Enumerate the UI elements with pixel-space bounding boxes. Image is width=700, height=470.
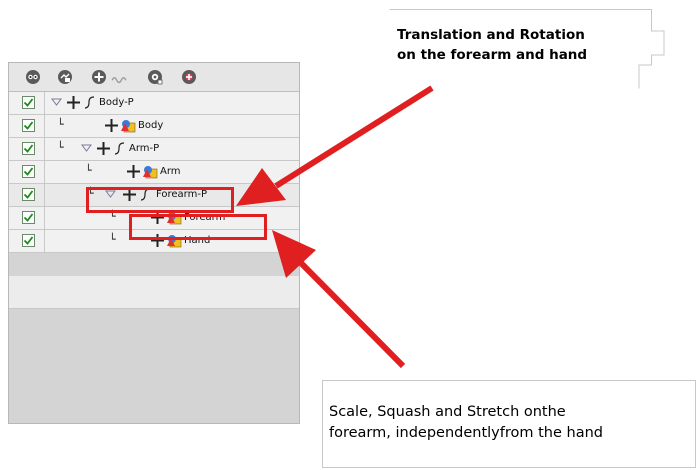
row-divider [44, 92, 45, 114]
forearm-highlight [129, 214, 267, 240]
callout-line-2: forearm, independentlyfrom the hand [329, 425, 603, 441]
layer-visibility-checkbox[interactable] [22, 188, 35, 201]
row-divider [44, 115, 45, 137]
layer-visibility-checkbox[interactable] [22, 96, 35, 109]
callout-line-1: Translation and Rotation [397, 27, 585, 43]
peg-cross-icon [127, 165, 140, 178]
layer-name: Arm [160, 166, 181, 177]
layer-visibility-checkbox[interactable] [22, 234, 35, 247]
row-divider [44, 184, 45, 206]
eye-icon[interactable] [25, 69, 41, 85]
peg-cross-icon [105, 119, 118, 132]
peg-cross-icon [67, 96, 80, 109]
drawing-layer-icon [143, 166, 158, 179]
layer-name: Body-P [99, 97, 134, 108]
empty-layer-area [9, 276, 299, 309]
layer-row-body-p[interactable]: Body-P [9, 92, 299, 115]
row-divider [44, 161, 45, 183]
hierarchy-connector: └ [85, 164, 92, 177]
collapse-triangle-icon[interactable] [81, 144, 92, 152]
hierarchy-connector: └ [57, 141, 64, 154]
peg-curve-icon [84, 96, 95, 109]
cog-layer-icon[interactable] [147, 69, 163, 85]
hierarchy-connector: └ [109, 233, 116, 246]
callout-line-2: on the forearm and hand [397, 47, 588, 63]
callout-text: Scale, Squash and Stretch onthe forearm,… [329, 402, 603, 444]
row-divider [44, 207, 45, 229]
collapse-triangle-icon[interactable] [51, 98, 62, 106]
layer-row-body[interactable]: └ Body [9, 115, 299, 138]
hierarchy-connector: └ [57, 118, 64, 131]
add-layer-icon[interactable] [91, 69, 107, 85]
drawing-layer-icon [121, 120, 136, 133]
row-divider [44, 230, 45, 252]
callout-text: Translation and Rotation on the forearm … [397, 25, 587, 65]
layer-name: Arm-P [129, 143, 160, 154]
peg-curve-icon [114, 142, 125, 155]
timeline-layer-panel: Body-P └ Body └ Arm-P └ Arm └ Forearm-P … [8, 62, 300, 424]
layer-visibility-checkbox[interactable] [22, 165, 35, 178]
layer-name: Body [138, 120, 164, 131]
layer-visibility-checkbox[interactable] [22, 142, 35, 155]
layer-row-arm[interactable]: └ Arm [9, 161, 299, 184]
callout-line-1: Scale, Squash and Stretch onthe [329, 404, 566, 420]
row-divider [44, 138, 45, 160]
forearm-p-highlight [86, 187, 234, 213]
layer-row-arm-p[interactable]: └ Arm-P [9, 138, 299, 161]
layer-visibility-checkbox[interactable] [22, 211, 35, 224]
peg-cross-icon [97, 142, 110, 155]
layer-visibility-checkbox[interactable] [22, 119, 35, 132]
callout-scale-squash: Scale, Squash and Stretch onthe forearm,… [322, 380, 696, 468]
callout-translation-rotation: Translation and Rotation on the forearm … [389, 9, 665, 89]
color-layer-icon[interactable] [181, 69, 197, 85]
lock-icon[interactable] [57, 69, 73, 85]
wave-icon[interactable] [111, 71, 127, 87]
layer-toolbar [9, 63, 299, 92]
